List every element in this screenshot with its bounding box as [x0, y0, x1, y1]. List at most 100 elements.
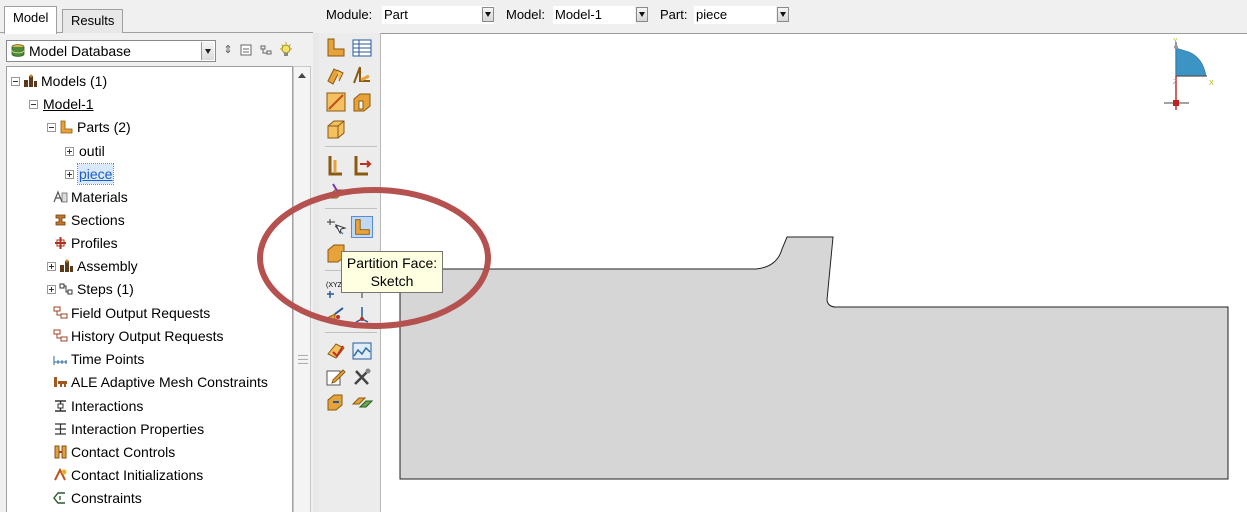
create-round-icon[interactable] [325, 118, 347, 140]
part-select[interactable]: piece [694, 6, 776, 24]
history-output-icon [53, 329, 68, 342]
models-icon [24, 74, 37, 87]
database-icon [11, 44, 25, 57]
tab-results[interactable]: Results [62, 9, 124, 33]
expand-icon[interactable] [47, 285, 56, 294]
tree-label-contact-controls: Contact Controls [71, 444, 176, 460]
tree-label-interactions: Interactions [71, 398, 144, 414]
tooltip-line-2: Sketch [370, 273, 414, 289]
hint-bulb-icon[interactable] [278, 41, 294, 59]
tree-label-interaction-properties: Interaction Properties [71, 421, 205, 437]
interactions-icon [55, 400, 66, 412]
tree-label-constraints: Constraints [71, 490, 142, 506]
virtual-topology-icon[interactable] [351, 340, 373, 362]
datum-axis-principal-icon[interactable] [351, 304, 373, 326]
chevron-down-icon[interactable] [482, 7, 494, 22]
model-tree-panel: Model Results Model Database ⇕ Models (1… [0, 0, 313, 512]
chevron-down-icon[interactable] [777, 7, 789, 22]
module-select[interactable]: Part [382, 6, 494, 24]
contact-initializations-icon [54, 468, 67, 481]
create-wire-icon[interactable] [325, 91, 347, 113]
tree-label-history-output: History Output Requests [71, 328, 224, 344]
create-cut-icon[interactable] [351, 91, 373, 113]
create-datum-axis-icon[interactable] [351, 154, 373, 176]
create-datum-plane-icon[interactable] [325, 180, 347, 202]
materials-icon [53, 190, 68, 203]
tree-label-materials: Materials [71, 189, 128, 205]
chevron-down-icon[interactable] [201, 42, 214, 60]
toolbox-separator [325, 146, 377, 147]
scroll-grip-icon[interactable]: — — — [298, 351, 308, 369]
model-label: Model: [506, 7, 546, 22]
collapse-icon[interactable] [29, 100, 38, 109]
tree-label-time-points: Time Points [71, 351, 145, 367]
expand-tree-icon[interactable] [238, 41, 254, 59]
tree-label-model-1: Model-1 [43, 96, 94, 112]
profiles-icon [55, 237, 66, 249]
partition-face-sketch-icon[interactable] [351, 216, 373, 238]
tooltip: Partition Face: Sketch [341, 251, 443, 293]
parts-icon [60, 120, 73, 134]
tab-model[interactable]: Model [4, 6, 58, 34]
create-solid-extrude-icon[interactable] [325, 64, 347, 86]
field-output-icon [53, 306, 68, 319]
collapse-icon[interactable] [47, 123, 56, 132]
datum-point-on-face-icon[interactable] [325, 304, 347, 326]
sort-arrows-icon[interactable]: ⇕ [220, 41, 236, 59]
panel-tabs: Model Results [0, 6, 313, 34]
triad-x-label: X [1209, 80, 1214, 87]
tree-label-sections: Sections [71, 212, 125, 228]
create-datum-point-icon[interactable] [325, 154, 347, 176]
tree-label-contact-initializations: Contact Initializations [71, 467, 204, 483]
create-part-icon[interactable] [325, 37, 347, 59]
tree-label-ale: ALE Adaptive Mesh Constraints [71, 374, 268, 390]
triad-y-label: Y [1173, 38, 1178, 45]
expand-icon[interactable] [65, 170, 74, 179]
merge-cut-instances-icon[interactable] [351, 392, 373, 414]
expand-icon[interactable] [65, 147, 74, 156]
model-value: Model-1 [555, 7, 602, 22]
interaction-properties-icon [55, 423, 66, 435]
partition-edge-icon[interactable] [325, 216, 347, 238]
time-points-icon [53, 356, 67, 365]
tree-label-profiles: Profiles [71, 235, 118, 251]
abaqus-cae-window: { "tabs": [ {"label": "Model", "active":… [0, 0, 1247, 512]
module-label: Module: [326, 7, 373, 22]
query-tools-icon[interactable] [351, 366, 373, 388]
collapse-icon[interactable] [11, 77, 20, 86]
constraints-icon [53, 492, 65, 504]
module-value: Part [384, 7, 408, 22]
ale-constraints-icon [54, 377, 67, 387]
tree-label-piece: piece [76, 163, 115, 185]
part-piece-geometry[interactable] [399, 236, 1229, 480]
tree-label-parts: Parts (2) [77, 119, 131, 135]
create-shell-icon[interactable] [351, 64, 373, 86]
expand-icon[interactable] [47, 262, 56, 271]
tree-scrollbar[interactable]: — — — [293, 66, 311, 512]
part-manager-icon[interactable] [351, 37, 373, 59]
tree-label-assembly: Assembly [77, 258, 138, 274]
toolbox-separator [325, 332, 377, 333]
repair-face-icon[interactable] [325, 340, 347, 362]
tree-label-field-output: Field Output Requests [71, 305, 211, 321]
model-tree: Models (1) Model-1 Parts (2) outil piece… [6, 66, 293, 512]
database-select[interactable]: Model Database [6, 40, 216, 62]
scroll-up-icon[interactable] [298, 73, 306, 78]
model-select[interactable]: Model-1 [553, 6, 635, 24]
tooltip-line-1: Partition Face: [346, 255, 438, 271]
context-bar: Module: Part Model: Model-1 Part: piece [313, 0, 1247, 33]
viewport-svg: Y X Z [399, 38, 1229, 480]
chevron-down-icon[interactable] [636, 7, 648, 22]
tree-label-outil: outil [79, 143, 105, 159]
filter-tree-icon[interactable] [258, 41, 274, 59]
viewport-canvas[interactable]: Y X Z [381, 33, 1247, 512]
orientation-triad: Y X Z [1164, 38, 1214, 110]
tree-label-models: Models (1) [41, 73, 108, 89]
database-select-value: Model Database [29, 43, 131, 59]
assembly-icon [60, 259, 73, 272]
part-label: Part: [660, 7, 688, 22]
edit-part-icon[interactable] [325, 366, 347, 388]
instance-part-icon[interactable] [325, 392, 347, 414]
contact-controls-icon [54, 445, 67, 459]
toolbox-separator [325, 208, 377, 209]
